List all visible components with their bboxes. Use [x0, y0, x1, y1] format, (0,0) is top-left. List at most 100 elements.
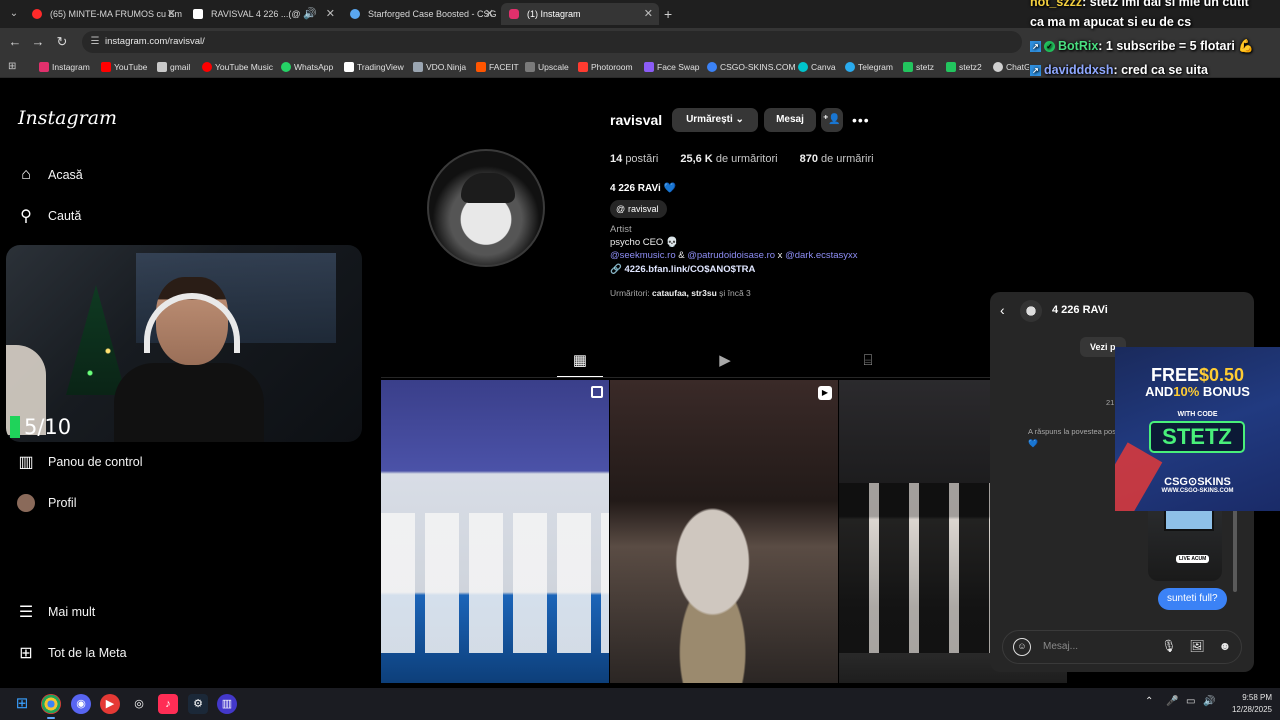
windows-taskbar: ⊞ ◉ ▶ ◎ ♪ ⚙ ▥ ⌃ 🎤 ▭ 🔊 9:58 PM 12/28/2025 [0, 688, 1280, 720]
nav-search[interactable]: ⚲ Caută [16, 204, 81, 228]
profile-avatar[interactable] [427, 149, 545, 267]
post-thumbnail[interactable]: ▶ [610, 380, 838, 683]
chrome-icon[interactable] [41, 694, 61, 719]
add-user-button[interactable]: ⁺👤 [821, 108, 843, 132]
sticker-icon[interactable]: ☻ [1217, 638, 1233, 654]
tab-close-icon[interactable]: ✕ [485, 3, 494, 25]
bookmark-item[interactable]: stetz [903, 56, 934, 78]
dm-avatar[interactable] [1020, 300, 1042, 322]
live-badge: LIVE ACUM [1176, 555, 1210, 563]
tab-title: Starforged Case Boosted - CSG [368, 9, 497, 19]
profile-external-link[interactable]: 🔗 4226.bfan.link/CO$ANO$TRA [610, 264, 755, 275]
new-tab-icon[interactable]: + [664, 4, 672, 24]
post-thumbnail[interactable] [381, 380, 609, 683]
tagged-tab-icon[interactable]: ⌸ [858, 351, 878, 371]
address-bar[interactable]: ☰ instagram.com/ravisval/ [82, 31, 1022, 53]
mention-link[interactable]: @dark.ecstasyxx [785, 250, 857, 261]
discord-icon[interactable]: ◉ [71, 694, 91, 714]
bookmark-item[interactable]: gmail [157, 56, 190, 78]
nav-more-label: Mai mult [48, 605, 96, 619]
browser-tab-instagram[interactable]: (1) Instagram ✕ [501, 3, 659, 25]
followed-by[interactable]: Urmăritori: cataufaa, str3su și încă 3 [610, 288, 751, 298]
system-clock[interactable]: 9:58 PM 12/28/2025 [1222, 692, 1272, 716]
dm-message-input[interactable]: ☺ Mesaj... 🎙 🖼 ☻ [1002, 630, 1242, 664]
bookmark-item[interactable]: Photoroom [578, 56, 633, 78]
tab-close-icon[interactable]: ✕ [326, 3, 335, 25]
mention-link[interactable]: @patrudoidoisase.ro [687, 250, 775, 261]
posts-stat[interactable]: 14 postări [610, 153, 658, 165]
whatsapp-icon [281, 62, 291, 72]
emoji-icon[interactable]: ☺ [1013, 638, 1031, 656]
obs-icon[interactable]: ◎ [129, 694, 149, 714]
browser-tab-tiktok[interactable]: RAVISVAL 4 226 ...(@ 🔊 ✕ [185, 3, 341, 25]
tray-chevron-up-icon[interactable]: ⌃ [1145, 696, 1153, 707]
bookmark-item[interactable]: Upscale [525, 56, 569, 78]
youtube-app-icon[interactable]: ▶ [100, 694, 120, 714]
image-icon[interactable]: 🖼 [1189, 638, 1205, 654]
bookmark-item[interactable]: YouTube [101, 56, 147, 78]
reload-icon[interactable]: ↻ [53, 33, 71, 51]
profile-avatar-icon [16, 493, 36, 513]
url-text: instagram.com/ravisval/ [105, 36, 205, 47]
instagram-logo[interactable]: Instagram [18, 107, 117, 129]
message-button[interactable]: Mesaj [764, 108, 816, 132]
steam-icon[interactable]: ⚙ [188, 694, 208, 714]
nav-home[interactable]: ⌂ Acasă [16, 163, 83, 187]
bookmark-item[interactable]: YouTube Music [202, 56, 273, 78]
nav-dashboard[interactable]: ▥ Panou de control [16, 450, 142, 474]
microphone-tray-icon[interactable]: 🎤 [1166, 696, 1178, 707]
dm-contact-name[interactable]: 4 226 RAVi [1052, 304, 1108, 316]
bookmark-item[interactable]: TradingView [344, 56, 404, 78]
nav-more[interactable]: ☰ Mai mult [16, 600, 95, 624]
bookmark-item[interactable]: Face Swap [644, 56, 700, 78]
message-field[interactable]: Mesaj... [1043, 631, 1078, 663]
tiktok-app-icon[interactable]: ♪ [158, 694, 178, 714]
nav-meta[interactable]: ⊞ Tot de la Meta [16, 641, 126, 665]
post-image-content [610, 380, 838, 683]
tiktok-favicon-icon [193, 9, 203, 19]
back-chevron-icon[interactable]: ‹ [1000, 302, 1005, 318]
stetz-icon [903, 62, 913, 72]
bookmark-item[interactable]: FACEIT [476, 56, 519, 78]
back-arrow-icon[interactable]: ← [6, 33, 24, 51]
mention-link[interactable]: @seekmusic.ro [610, 250, 676, 261]
site-info-icon[interactable]: ☰ [88, 35, 102, 49]
bookmark-item[interactable]: stetz2 [946, 56, 982, 78]
bookmark-item[interactable]: CSGO-SKINS.COM [707, 56, 796, 78]
posts-grid-tab-icon[interactable]: ▦ [570, 351, 590, 371]
app-icon[interactable]: ▥ [217, 694, 237, 714]
more-options-icon[interactable]: ••• [852, 112, 870, 128]
browser-tab-starforged[interactable]: Starforged Case Boosted - CSG ✕ [342, 3, 500, 25]
chat-username: BotRix [1058, 39, 1099, 53]
bookmark-item[interactable]: Instagram [39, 56, 90, 78]
threads-badge[interactable]: @ ravisval [610, 200, 667, 218]
followers-stat[interactable]: 25,6 K de urmăritori [680, 153, 777, 165]
speaker-icon[interactable]: 🔊 [303, 3, 317, 25]
tab-close-icon[interactable]: ✕ [167, 3, 176, 25]
chatgpt-icon [993, 62, 1003, 72]
bookmark-item[interactable]: WhatsApp [281, 56, 333, 78]
bookmark-item[interactable]: ChatGPT [993, 56, 1029, 78]
bookmark-label: FACEIT [489, 62, 519, 72]
reels-tab-icon[interactable]: ▶ [715, 351, 735, 371]
browser-tab-youtube[interactable]: (65) MINTE-MA FRUMOS cu Em ✕ [24, 3, 182, 25]
volume-tray-icon[interactable]: 🔊 [1203, 696, 1215, 707]
youtube-icon [101, 62, 111, 72]
forward-arrow-icon[interactable]: → [29, 33, 47, 51]
nav-profile[interactable]: Profil [16, 491, 76, 515]
tab-search-icon[interactable]: ⌄ [6, 6, 22, 22]
display-tray-icon[interactable]: ▭ [1186, 696, 1195, 707]
apps-grid-icon[interactable]: ⊞ [8, 61, 20, 73]
bookmark-item[interactable]: VDO.Ninja [413, 56, 466, 78]
bookmark-label: CSGO-SKINS.COM [720, 62, 796, 72]
following-button[interactable]: Urmărești ⌄ [672, 108, 758, 132]
posts-count: 14 [610, 153, 623, 165]
following-stat[interactable]: 870 de urmăriri [800, 153, 874, 165]
windows-start-icon[interactable]: ⊞ [12, 694, 32, 714]
microphone-icon[interactable]: 🎙 [1161, 638, 1177, 654]
followed-names: cataufaa, str3su [652, 288, 717, 298]
tab-close-icon[interactable]: ✕ [644, 3, 653, 25]
verified-check-icon: ✓ [1044, 41, 1055, 53]
bookmark-item[interactable]: Telegram [845, 56, 893, 78]
bookmark-item[interactable]: Canva [798, 56, 836, 78]
